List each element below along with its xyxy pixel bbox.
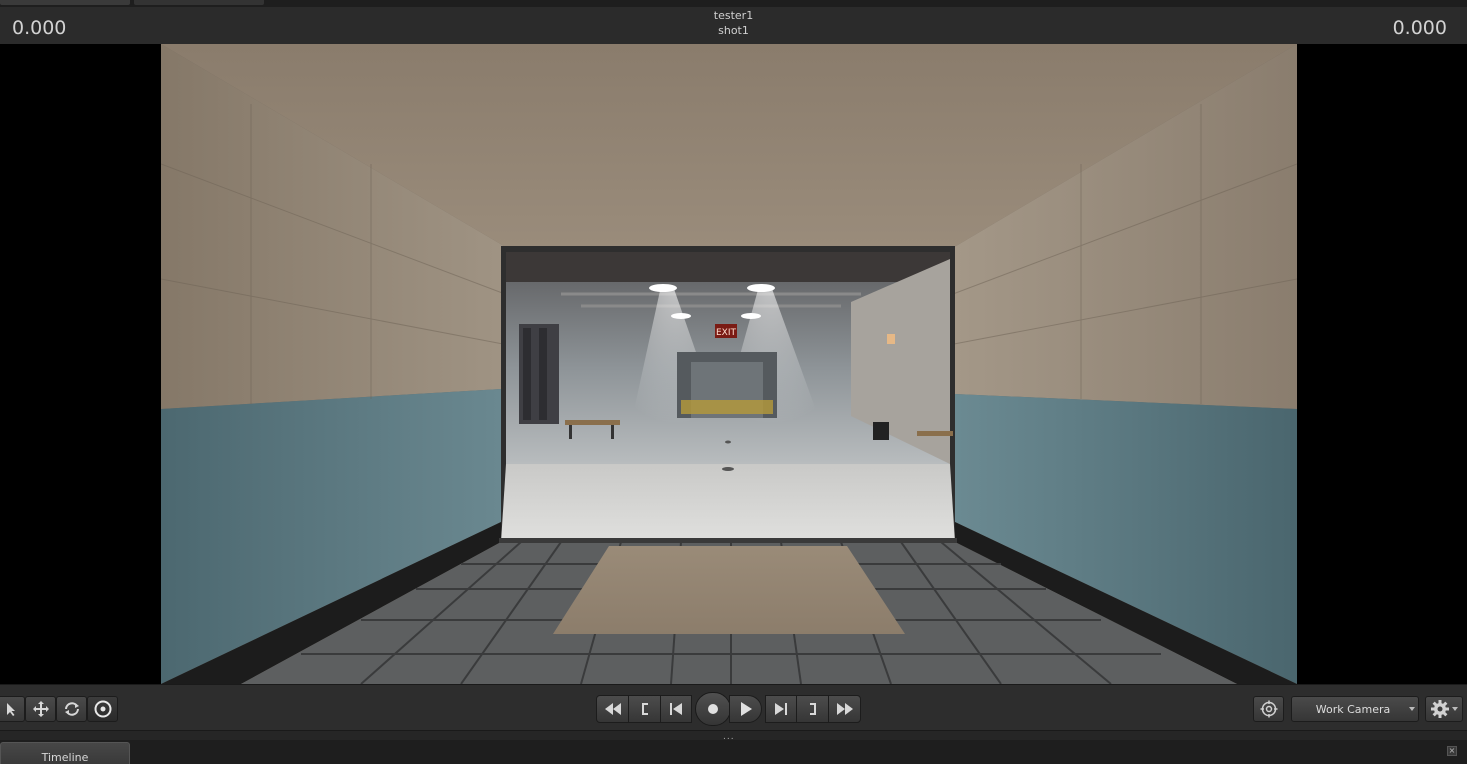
select-arrow-icon xyxy=(6,703,15,716)
viewport-settings-button[interactable] xyxy=(1425,696,1463,722)
skip-end-icon xyxy=(775,703,787,715)
fast-forward-button[interactable] xyxy=(828,695,861,723)
top-tab-strip xyxy=(0,0,1467,7)
chevron-down-icon xyxy=(1409,707,1415,711)
skip-end-button[interactable] xyxy=(765,695,797,723)
mark-out-button[interactable] xyxy=(796,695,829,723)
mark-in-button[interactable] xyxy=(628,695,661,723)
record-icon xyxy=(708,704,718,714)
select-tool-button[interactable] xyxy=(0,696,25,722)
panel-splitter[interactable]: ... xyxy=(0,730,1467,742)
shot-name-label: shot1 xyxy=(718,24,749,37)
camera-select-dropdown[interactable]: Work Camera xyxy=(1291,696,1419,722)
viewport-toolbar: Work Camera xyxy=(0,684,1467,730)
gear-icon xyxy=(1431,700,1449,718)
play-button[interactable] xyxy=(729,695,762,723)
rotate-tool-button[interactable] xyxy=(56,696,87,722)
move-tool-button[interactable] xyxy=(25,696,56,722)
skip-start-button[interactable] xyxy=(660,695,692,723)
mark-in-icon xyxy=(641,703,648,715)
top-tab-1[interactable] xyxy=(0,0,130,5)
play-icon xyxy=(740,702,752,716)
corridor-scene-image: EXIT xyxy=(161,44,1297,684)
session-name-label: tester1 xyxy=(713,9,754,22)
orbit-tool-button[interactable] xyxy=(87,696,118,722)
tab-timeline[interactable]: Timeline xyxy=(0,742,130,764)
close-icon[interactable]: × xyxy=(1447,746,1457,756)
viewport-info-bar: 0.000 tester1 shot1 0.000 xyxy=(0,7,1467,44)
rotate-icon xyxy=(64,702,79,716)
skip-start-icon xyxy=(670,703,682,715)
rewind-button[interactable] xyxy=(596,695,629,723)
record-button[interactable] xyxy=(695,692,731,726)
3d-viewport[interactable]: EXIT xyxy=(0,44,1467,684)
camera-target-button[interactable] xyxy=(1253,696,1284,722)
mark-out-icon xyxy=(809,703,816,715)
camera-select-value: Work Camera xyxy=(1315,703,1391,716)
exit-sign-text: EXIT xyxy=(716,328,737,338)
rewind-icon xyxy=(604,703,621,715)
top-tab-2[interactable] xyxy=(134,0,264,5)
scene-render[interactable]: EXIT xyxy=(161,44,1297,684)
shot-time-readout: 0.000 xyxy=(1392,17,1447,39)
orbit-target-icon xyxy=(94,700,111,718)
chevron-down-icon xyxy=(1452,707,1458,711)
fast-forward-icon xyxy=(836,703,853,715)
move-icon xyxy=(32,701,49,717)
bottom-tab-strip: Timeline × xyxy=(0,740,1467,764)
crosshair-icon xyxy=(1260,700,1277,718)
